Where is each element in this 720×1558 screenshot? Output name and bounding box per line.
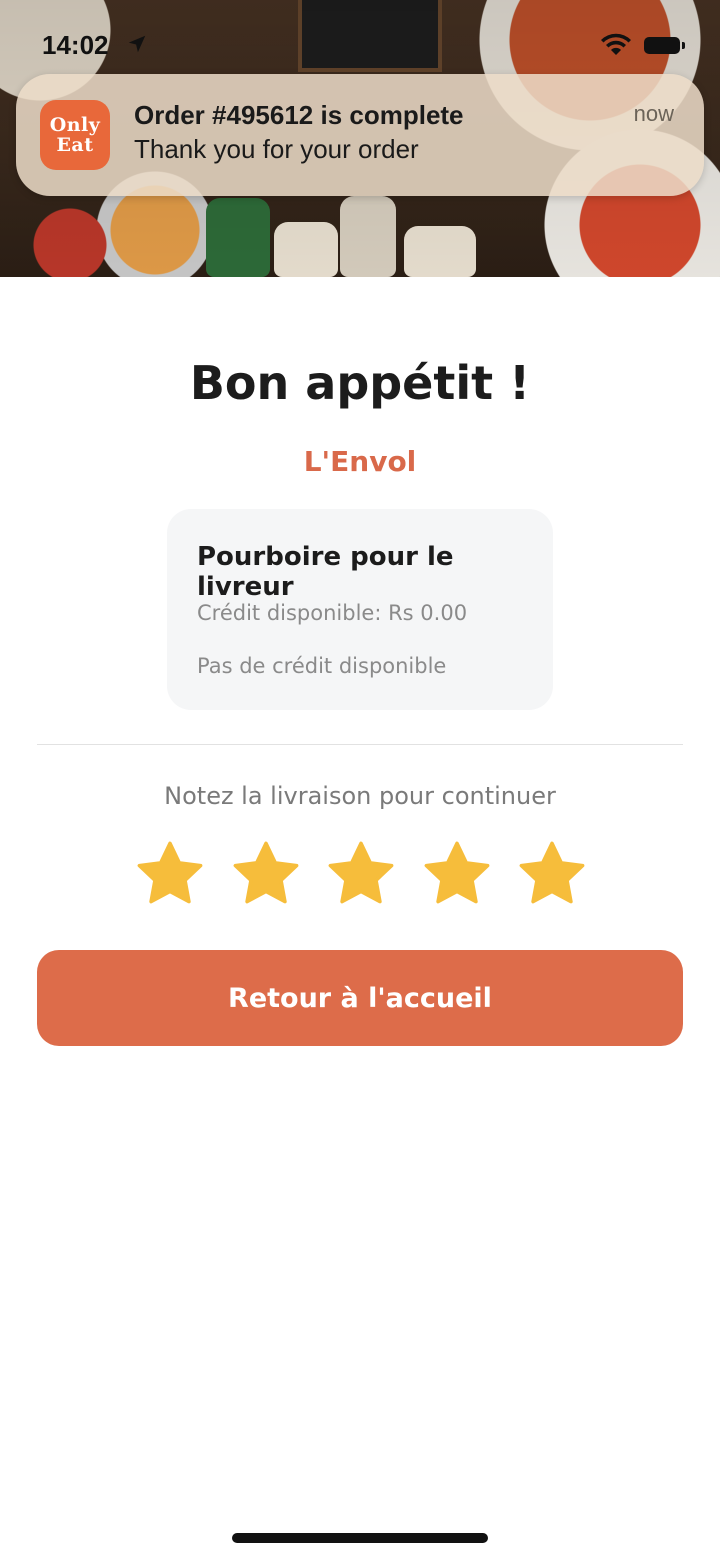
- location-arrow-icon: [128, 35, 146, 53]
- only-eat-app-icon: Only Eat: [40, 100, 110, 170]
- no-credit-message: Pas de crédit disponible: [197, 654, 447, 678]
- divider: [37, 744, 683, 745]
- status-time: 14:02: [42, 30, 109, 60]
- back-to-home-button[interactable]: Retour à l'accueil: [37, 950, 683, 1046]
- star-icon-5[interactable]: [515, 838, 589, 910]
- tip-card-title: Pourboire pour le livreur: [197, 542, 454, 602]
- battery-icon: [644, 37, 685, 54]
- star-icon-1[interactable]: [133, 838, 207, 910]
- star-icon-4[interactable]: [420, 838, 494, 910]
- rating-prompt: Notez la livraison pour continuer: [164, 782, 556, 810]
- page-title: Bon appétit !: [189, 356, 531, 410]
- app-icon-text: Eat: [56, 134, 94, 156]
- notification-time: now: [633, 101, 674, 126]
- app-icon-text: Only: [49, 114, 101, 136]
- star-icon-3[interactable]: [324, 838, 398, 910]
- notification-title: Order #495612 is complete: [134, 100, 464, 130]
- star-icon-2[interactable]: [229, 838, 303, 910]
- tip-card: Pourboire pour le livreur Crédit disponi…: [167, 509, 553, 710]
- notification-body: Thank you for your order: [134, 134, 419, 164]
- order-notification[interactable]: Only Eat Order #495612 is complete Thank…: [16, 74, 704, 196]
- available-credit: Crédit disponible: Rs 0.00: [197, 601, 468, 625]
- wifi-icon: [601, 33, 631, 55]
- restaurant-name: L'Envol: [303, 445, 417, 478]
- star-rating: [133, 838, 589, 912]
- home-indicator[interactable]: [232, 1533, 488, 1543]
